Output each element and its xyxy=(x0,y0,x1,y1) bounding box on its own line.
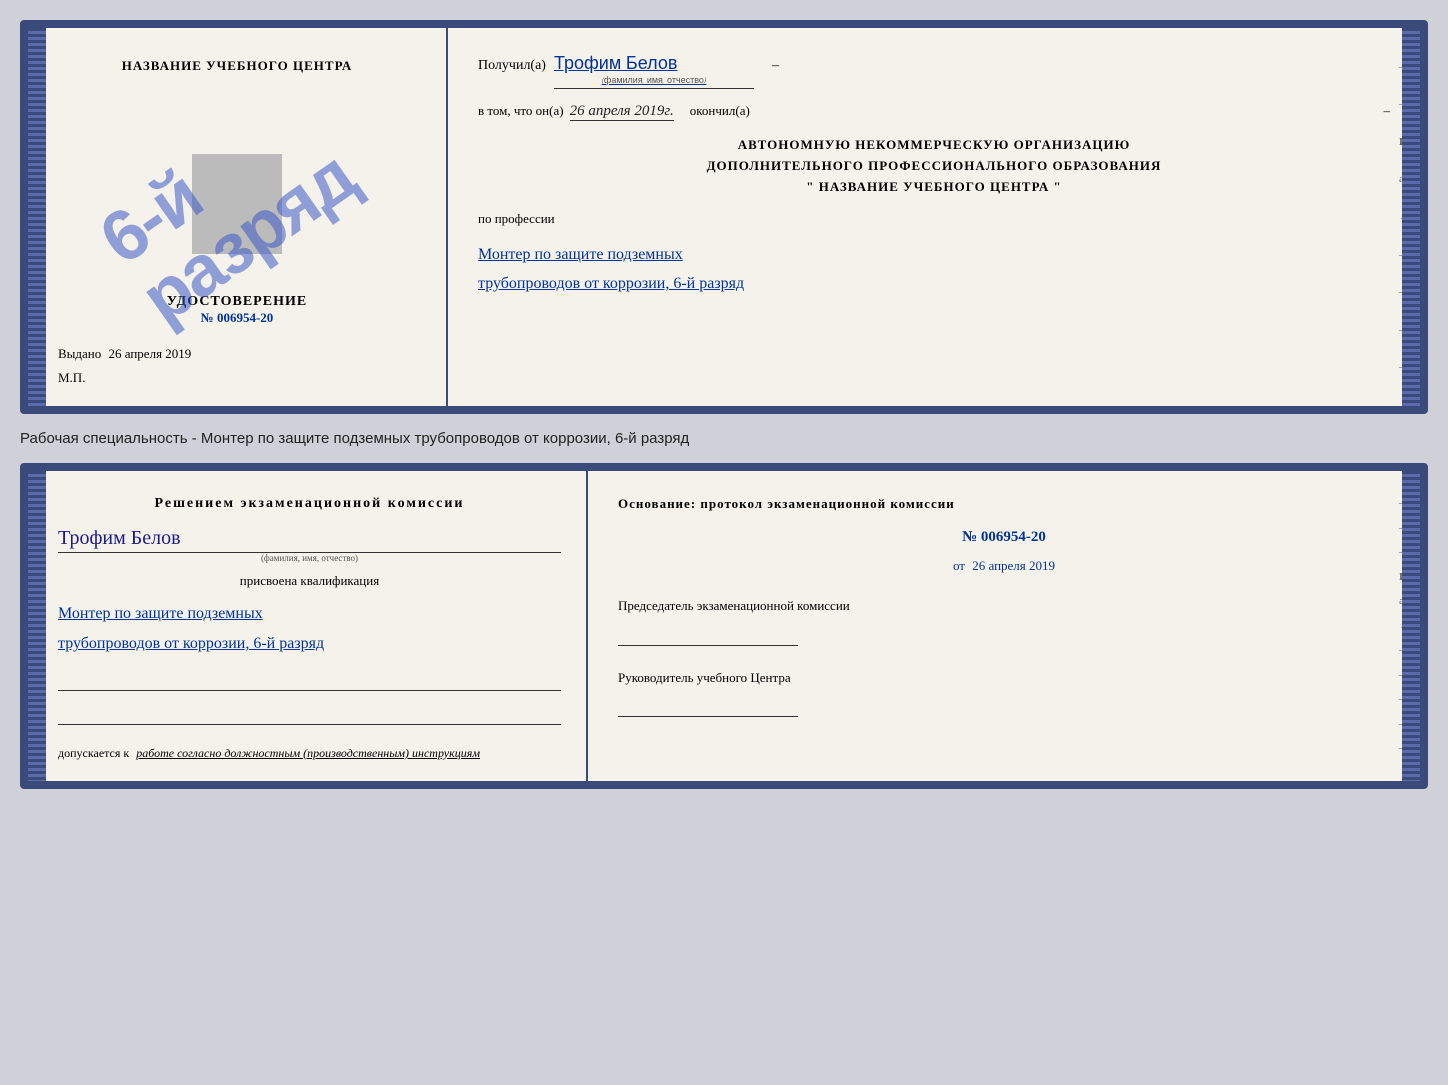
okoncil-label: окончил(а) xyxy=(690,103,750,119)
protocol-num: № 006954-20 xyxy=(618,529,1390,546)
vtom-line: в том, что он(а) 26 апреля 2019г. окончи… xyxy=(478,103,1390,121)
ot-date: от 26 апреля 2019 xyxy=(618,558,1390,574)
profession-line2: трубопроводов от коррозии, 6-й разряд xyxy=(478,270,1390,299)
po-professii-label: по профессии xyxy=(478,211,1390,227)
dopuskaetsya-text: работе согласно должностным (производств… xyxy=(136,746,480,760)
poluchil-sublabel: (фамилия, имя, отчество) xyxy=(554,75,754,86)
bottom-name-block: Трофим Белов (фамилия, имя, отчество) xyxy=(58,522,561,563)
caption: Рабочая специальность - Монтер по защите… xyxy=(20,426,1428,451)
profession-line1: Монтер по защите подземных xyxy=(478,241,1390,270)
rukovoditel-signature-line xyxy=(618,692,798,717)
bottom-document: Решением экзаменационной комиссии Трофим… xyxy=(20,463,1428,789)
bottom-name-sublabel: (фамилия, имя, отчество) xyxy=(58,553,561,563)
right-texture xyxy=(1402,28,1420,406)
profession-text: Монтер по защите подземных трубопроводов… xyxy=(478,241,1390,299)
bottom-left-texture xyxy=(28,471,46,781)
page-wrapper: НАЗВАНИЕ УЧЕБНОГО ЦЕНТРА 6-йразряд УДОСТ… xyxy=(20,20,1428,789)
left-title: НАЗВАНИЕ УЧЕБНОГО ЦЕНТРА xyxy=(122,58,353,74)
predsedatel-block: Председатель экзаменационной комиссии xyxy=(618,596,1390,646)
ot-prefix: от xyxy=(953,558,965,573)
qualification-line2: трубопроводов от коррозии, 6-й разряд xyxy=(58,629,561,659)
photo-placeholder xyxy=(192,154,282,254)
poluchil-line: Получил(а) Трофим Белов (фамилия, имя, о… xyxy=(478,53,1390,89)
poluchil-name: Трофим Белов (фамилия, имя, отчество) xyxy=(554,53,754,89)
vtom-date: 26 апреля 2019г. xyxy=(570,103,674,121)
org-line2: ДОПОЛНИТЕЛЬНОГО ПРОФЕССИОНАЛЬНОГО ОБРАЗО… xyxy=(478,156,1390,177)
poluchil-label: Получил(а) xyxy=(478,58,546,74)
dopuskaetsya-prefix: допускается к xyxy=(58,746,129,760)
left-panel: НАЗВАНИЕ УЧЕБНОГО ЦЕНТРА 6-йразряд УДОСТ… xyxy=(28,28,448,406)
resheniem-title: Решением экзаменационной комиссии xyxy=(58,496,561,512)
predsedatel-text: Председатель экзаменационной комиссии xyxy=(618,596,1390,616)
vydano-line: Выдано 26 апреля 2019 xyxy=(48,346,426,362)
rukovoditel-text: Руководитель учебного Центра xyxy=(618,668,1390,688)
rukovoditel-block: Руководитель учебного Центра xyxy=(618,668,1390,718)
vtom-label: в том, что он(а) xyxy=(478,103,564,119)
dopuskaetsya-line: допускается к работе согласно должностны… xyxy=(58,746,561,761)
vydano-date: 26 апреля 2019 xyxy=(109,346,192,361)
top-document: НАЗВАНИЕ УЧЕБНОГО ЦЕНТРА 6-йразряд УДОСТ… xyxy=(20,20,1428,414)
bottom-right-panel: Основание: протокол экзаменационной коми… xyxy=(588,471,1420,781)
bottom-name: Трофим Белов xyxy=(58,527,561,553)
osnovanie-text: Основание: протокол экзаменационной коми… xyxy=(618,496,1390,512)
udostoverenie-num: № 006954-20 xyxy=(167,310,307,326)
bottom-right-texture xyxy=(1402,471,1420,781)
udostoverenie-title: УДОСТОВЕРЕНИЕ xyxy=(167,294,307,310)
dash-2: – xyxy=(1384,103,1391,119)
udostoverenie-block: УДОСТОВЕРЕНИЕ № 006954-20 xyxy=(167,294,307,326)
bottom-left-panel: Решением экзаменационной комиссии Трофим… xyxy=(28,471,588,781)
prisvoena-text: присвоена квалификация xyxy=(58,573,561,589)
vydano-label: Выдано xyxy=(58,346,101,361)
dash-1: – xyxy=(772,58,779,74)
right-panel: Получил(а) Трофим Белов (фамилия, имя, о… xyxy=(448,28,1420,406)
ot-date-value: 26 апреля 2019 xyxy=(972,558,1055,573)
org-line3: " НАЗВАНИЕ УЧЕБНОГО ЦЕНТРА " xyxy=(478,177,1390,198)
qualification-line1: Монтер по защите подземных xyxy=(58,599,561,629)
org-block: АВТОНОМНУЮ НЕКОММЕРЧЕСКУЮ ОРГАНИЗАЦИЮ ДО… xyxy=(478,135,1390,197)
blank-line-2 xyxy=(58,707,561,725)
org-line1: АВТОНОМНУЮ НЕКОММЕРЧЕСКУЮ ОРГАНИЗАЦИЮ xyxy=(478,135,1390,156)
mp-line: М.П. xyxy=(48,370,426,386)
blank-line-1 xyxy=(58,673,561,691)
predsedatel-signature-line xyxy=(618,621,798,646)
qualification-text: Монтер по защите подземных трубопроводов… xyxy=(58,599,561,660)
